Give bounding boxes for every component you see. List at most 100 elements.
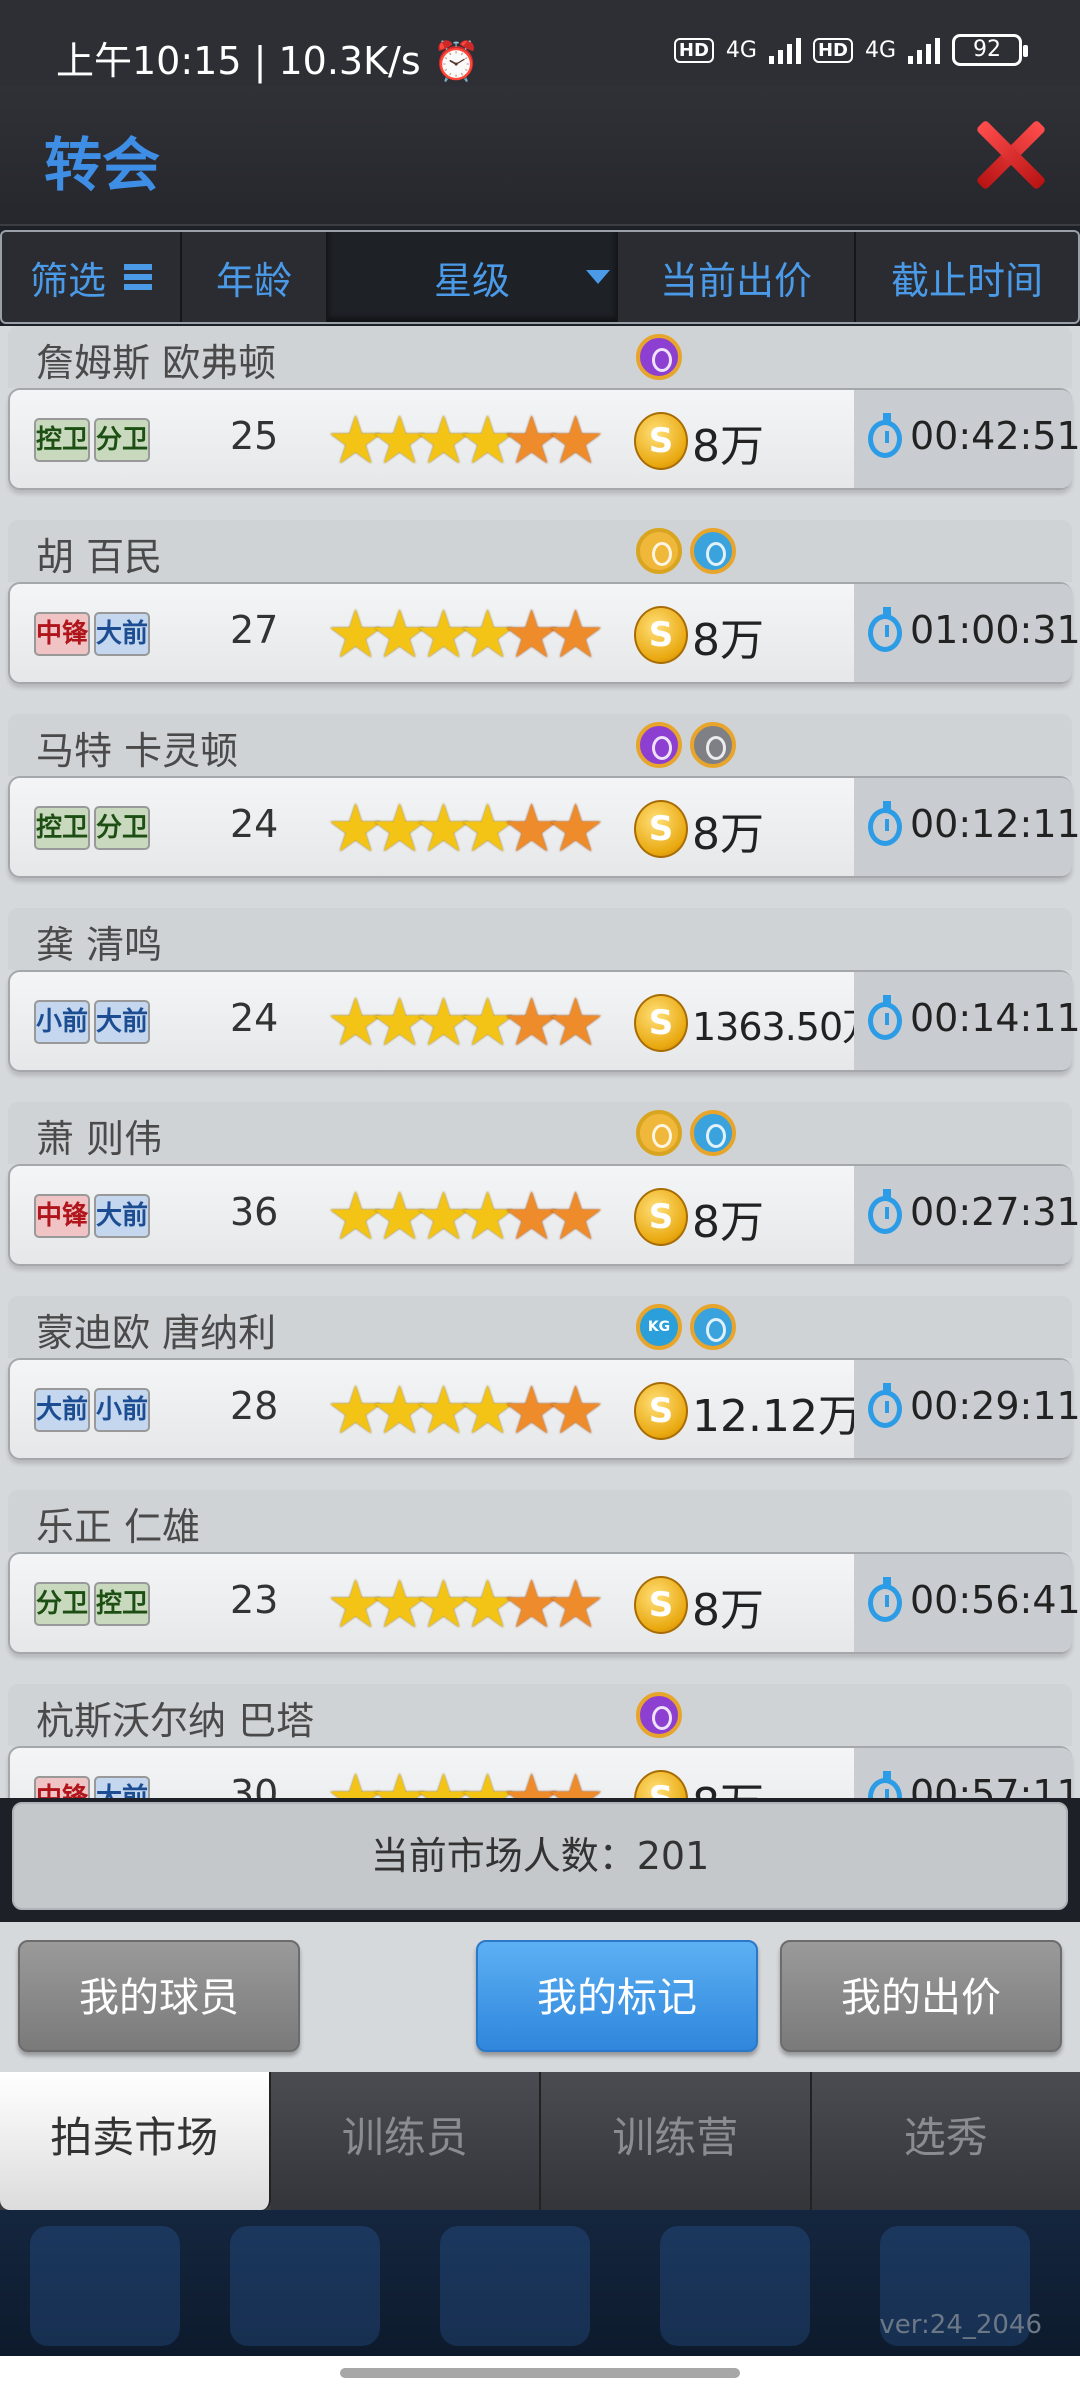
time-box: 00:29:11 [854,1360,1080,1458]
player-age: 23 [230,1578,279,1622]
skill-badge-icon [636,722,682,768]
player-row[interactable]: 中锋 大前 30 S 8万 00:57:11 [8,1746,1080,1798]
player-row[interactable]: 中锋 大前 36 S 8万 00:27:31 [8,1164,1080,1266]
star-rating [326,1566,605,1643]
kg-badge-icon: KG [636,1304,682,1350]
stopwatch-icon [868,1189,902,1234]
sort-stars-label: 星级 [433,258,510,303]
my-marks-button[interactable]: 我的标记 [476,1940,758,2052]
my-bids-button[interactable]: 我的出价 [780,1940,1062,2052]
player-name: 萧 则伟 [36,1117,163,1161]
action-bar: 我的球员 我的标记 我的出价 [0,1922,1080,2072]
position-tags: 小前 大前 [34,1000,150,1044]
sort-deadline-label: 截止时间 [890,258,1043,303]
player-age: 24 [230,802,279,846]
player-price: 8万 [692,1197,764,1248]
skill-badge-icon [636,1692,682,1738]
player-item[interactable]: 萧 则伟 中锋 大前 36 S 8万 00:27:31 [0,1102,1080,1296]
player-item[interactable]: 乐正 仁雄 分卫 控卫 23 S 8万 00:56:41 [0,1490,1080,1684]
stopwatch-icon [868,801,902,846]
player-name-bar: 蒙迪欧 唐纳利 KG [8,1296,1072,1358]
stopwatch-icon [868,607,902,652]
position-tag: 大前 [94,1776,150,1798]
close-icon[interactable] [970,114,1050,194]
skill-badge-icon [690,722,736,768]
sort-age-button[interactable]: 年龄 [182,232,328,322]
skill-badge-icon [636,1110,682,1156]
position-tags: 控卫 分卫 [34,418,150,462]
sort-stars-button[interactable]: 星级 [328,232,618,322]
tab-draft[interactable]: 选秀 [811,2072,1080,2210]
background-nav-icon [30,2226,180,2346]
hd-icon-2: HD [812,37,853,63]
player-row[interactable]: 中锋 大前 27 S 8万 01:00:31 [8,582,1080,684]
time-remaining: 00:29:11 [910,1384,1080,1428]
star-rating [326,1760,605,1798]
filter-button[interactable]: 筛选 [2,232,182,322]
player-row[interactable]: 控卫 分卫 24 S 8万 00:12:11 [8,776,1080,878]
player-age: 25 [230,414,279,458]
player-price: 8万 [692,1768,764,1798]
tab-trainer[interactable]: 训练员 [270,2072,541,2210]
player-item[interactable]: 龚 清鸣 小前 大前 24 S 1363.50万 00:14:11 [0,908,1080,1102]
sort-deadline-button[interactable]: 截止时间 [856,232,1078,322]
signal-icon-2 [908,36,940,64]
star-orange-icon [546,1178,605,1255]
player-row[interactable]: 小前 大前 24 S 1363.50万 00:14:11 [8,970,1080,1072]
star-rating [326,984,605,1061]
player-list[interactable]: 詹姆斯 欧弗顿 控卫 分卫 25 S 8万 00:42:51 胡 百民 [0,326,1080,1798]
player-name-bar: 马特 卡灵顿 [8,714,1072,776]
bottom-tabs: 拍卖市场 训练员 训练营 选秀 [0,2072,1080,2210]
time-box: 00:27:31 [854,1166,1080,1264]
player-row[interactable]: 分卫 控卫 23 S 8万 00:56:41 [8,1552,1080,1654]
player-row[interactable]: 大前 小前 28 S 12.12万 00:29:11 [8,1358,1080,1460]
menu-icon [124,260,152,294]
skill-badge-icon [636,334,682,380]
player-price: 8万 [692,421,764,472]
player-row[interactable]: 控卫 分卫 25 S 8万 00:42:51 [8,388,1080,490]
page-title: 转会 [44,131,161,199]
time-remaining: 00:14:11 [910,996,1080,1040]
sort-price-button[interactable]: 当前出价 [618,232,856,322]
player-item[interactable]: 胡 百民 中锋 大前 27 S 8万 01:00:31 [0,520,1080,714]
filter-bar: 筛选 年龄 星级 当前出价 截止时间 [0,230,1080,324]
signal-icon [768,36,801,64]
position-tag: 分卫 [94,806,150,850]
player-badges [636,1692,682,1738]
sort-price-label: 当前出价 [659,258,812,303]
player-name-bar: 詹姆斯 欧弗顿 [8,326,1072,388]
time-box: 01:00:31 [854,584,1080,682]
star-orange-icon [546,1372,605,1449]
time-box: 00:57:11 [854,1748,1080,1798]
tab-training-camp[interactable]: 训练营 [541,2072,812,2210]
time-remaining: 00:27:31 [910,1190,1080,1234]
player-item[interactable]: 蒙迪欧 唐纳利 KG 大前 小前 28 S 12.12万 00:29:11 [0,1296,1080,1490]
time-remaining: 00:42:51 [910,414,1080,458]
player-price: 8万 [692,809,764,860]
coin-icon: S [634,1382,688,1440]
page-header: 转会 [0,86,1080,226]
home-indicator[interactable] [340,2368,740,2378]
battery-icon: 92 [952,34,1028,66]
position-tag: 大前 [94,1194,150,1238]
player-name: 詹姆斯 欧弗顿 [36,341,277,385]
coin-icon: S [634,606,688,664]
player-badges [636,334,682,380]
status-time: 上午10:15 [56,39,242,83]
tab-auction-market[interactable]: 拍卖市场 [0,2072,271,2210]
my-players-button[interactable]: 我的球员 [18,1940,300,2052]
position-tags: 大前 小前 [34,1388,150,1432]
player-item[interactable]: 詹姆斯 欧弗顿 控卫 分卫 25 S 8万 00:42:51 [0,326,1080,520]
status-right: HD 4G HD 4G 92 [673,34,1028,66]
time-box: 00:42:51 [854,390,1080,488]
position-tag: 控卫 [94,1582,150,1626]
position-tags: 控卫 分卫 [34,806,150,850]
player-name: 杭斯沃尔纳 巴塔 [36,1699,315,1743]
sort-down-icon [586,270,610,284]
player-name-bar: 龚 清鸣 [8,908,1072,970]
player-item[interactable]: 马特 卡灵顿 控卫 分卫 24 S 8万 00:12:11 [0,714,1080,908]
star-rating [326,402,605,479]
player-name-bar: 胡 百民 [8,520,1072,582]
time-remaining: 01:00:31 [910,608,1080,652]
player-item[interactable]: 杭斯沃尔纳 巴塔 中锋 大前 30 S 8万 00:57:11 [0,1684,1080,1798]
